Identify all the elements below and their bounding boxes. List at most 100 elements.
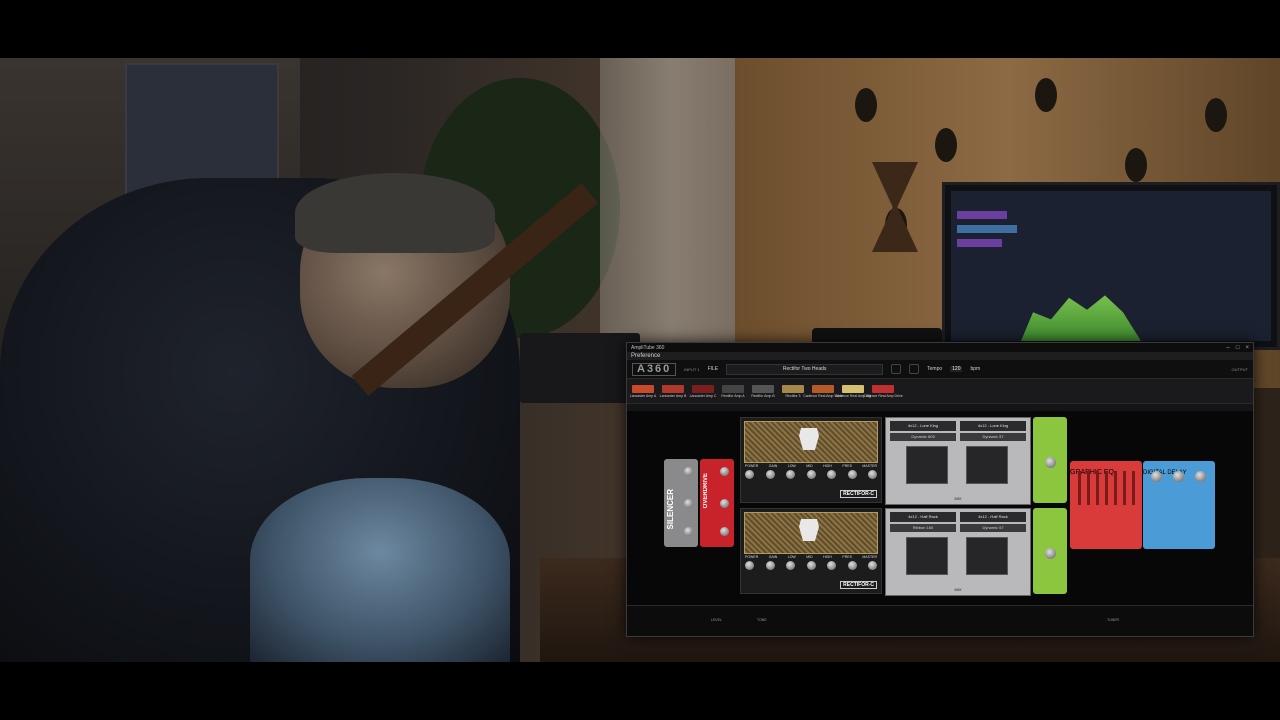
input-selector[interactable]: INPUT 1 [684,367,699,372]
chain-slot[interactable]: Lancaster Amp C [689,384,717,398]
computer-monitor [942,182,1280,350]
gain-knob[interactable] [765,561,775,570]
volume-knob[interactable] [1045,548,1056,559]
delay-time-knob[interactable] [1151,471,1162,482]
amplitube-window: AmpliTube 360 – □ × Preference A360 INPU… [626,342,1254,637]
presence-knob[interactable] [847,561,857,570]
chain-slot[interactable]: Lancaster Amp A [629,384,657,398]
power-knob[interactable] [745,470,754,479]
volume-pedal-1[interactable] [1033,417,1067,503]
file-menu[interactable]: FILE [708,366,719,372]
mic-b-placement[interactable] [966,537,1008,575]
cab-b-select[interactable]: 4x12 - Lone King [960,421,1026,431]
silencer-pedal[interactable]: SILENCER [664,459,698,547]
chain-slot[interactable]: Rectifor Amp A [720,384,746,398]
mix-knob[interactable] [1195,471,1206,482]
feedback-knob[interactable] [1173,471,1184,482]
volume-knob[interactable] [1045,457,1056,468]
high-knob[interactable] [827,561,836,570]
chain-thumbnail [812,384,834,393]
cab-a-select[interactable]: 4x12 - Half Rack [890,512,956,522]
master-knob[interactable] [868,561,877,570]
low-knob[interactable] [786,561,795,570]
overdrive-label: OVERDRIVE [703,473,709,509]
mix-label: MIX [954,496,962,501]
chain-slot[interactable]: Rectifor Amp B [750,384,776,398]
mic-b-select[interactable]: Dynamic 57 [960,433,1026,441]
save-icon[interactable] [891,364,902,374]
decay-knob[interactable] [684,499,693,508]
chain-thumbnail [872,384,894,393]
chain-label: Lancaster Amp C [689,393,717,398]
window-title: AmpliTube 360 [631,344,665,351]
bottom-bar: LEVEL TONE TUNER [627,605,1253,636]
mid-knob[interactable] [806,561,816,570]
level-knob[interactable] [720,527,729,536]
tuner-label[interactable]: TUNER [1107,618,1119,622]
amp-knob-labels: POWER GAIN LOW MID HIGH PRES MASTER [745,464,877,468]
chain-label: Rectifor 3 [785,393,801,398]
mic-a-select[interactable]: Ribbon 160 [890,524,956,532]
gain-knob[interactable] [684,527,693,536]
silencer-label: SILENCER [666,489,675,530]
volume-pedal-2[interactable] [1033,508,1067,594]
output-selector[interactable]: OUTPUT [1232,367,1248,372]
menu-preference[interactable]: Preference [631,353,660,359]
high-knob[interactable] [827,470,836,479]
chain-thumbnail [782,384,804,393]
minimize-icon[interactable]: – [1227,345,1230,351]
toolbar: A360 INPUT 1 FILE Rectifor Two Heads Tem… [627,360,1253,379]
mid-knob[interactable] [806,470,816,479]
chain-slot[interactable]: Cadence Real Amp Drive [863,384,903,398]
chain-slot[interactable]: Lancaster Amp B [659,384,687,398]
mic-a-placement[interactable] [906,537,948,575]
preset-name-field[interactable]: Rectifor Two Heads [726,363,884,375]
low-knob[interactable] [786,470,795,479]
level-label: LEVEL [711,618,722,622]
tempo-unit: bpm [970,366,981,372]
signal-chain-bar: Lancaster Amp A Lancaster Amp B Lancaster … [627,379,1253,404]
rig-stage: SILENCER OVERDRIVE POWER GAIN LOW MID HIGH PR… [627,411,1253,606]
overdrive-pedal[interactable]: OVERDRIVE [700,459,734,547]
chain-label: Lancaster Amp A [629,393,657,398]
mic-a-select[interactable]: Dynamic 609 [890,433,956,441]
tempo-label: Tempo [927,366,943,372]
presence-knob[interactable] [847,470,857,479]
cabinet-2[interactable]: 4x12 - Half Rack 4x12 - Half Rack Ribbon … [885,508,1031,596]
chain-slot[interactable]: Rectifor 3 [780,384,806,398]
digital-delay-pedal[interactable]: DIGITAL DELAY [1143,461,1215,549]
cab-b-select[interactable]: 4x12 - Half Rack [960,512,1026,522]
tone-label: TONE [757,618,767,622]
tone-knob[interactable] [720,499,729,508]
cabinet-1[interactable]: 4x12 - Lone King 4x12 - Lone King Dynamic… [885,417,1031,505]
mic-a-placement[interactable] [906,446,948,484]
tempo-value[interactable]: 120 [950,366,963,372]
chain-slot[interactable]: Cadence Real Amp Sig [835,384,871,398]
cab-a-select[interactable]: 4x12 - Lone King [890,421,956,431]
chain-thumbnail [662,384,684,393]
chain-thumbnail [692,384,714,393]
chain-label: Lancaster Amp B [659,393,687,398]
amp-brand: RECTIFOR-C [840,581,877,589]
amp-knobs [745,470,877,479]
title-bar: AmpliTube 360 – □ × [627,343,1253,352]
gain-knob[interactable] [765,470,775,479]
threshold-knob[interactable] [684,467,693,476]
chain-thumbnail [842,384,864,393]
power-knob[interactable] [745,561,754,570]
chain-thumbnail [752,384,774,393]
amp-knob-labels: POWER GAIN LOW MID HIGH PRES MASTER [745,555,877,559]
mic-b-select[interactable]: Dynamic 57 [960,524,1026,532]
drive-knob[interactable] [720,467,729,476]
close-icon[interactable]: × [1245,345,1249,351]
amp-head-2[interactable]: POWER GAIN LOW MID HIGH PRES MASTER RECTIFOR-C [740,508,882,594]
chain-label: Rectifor Amp B [751,393,775,398]
master-knob[interactable] [868,470,877,479]
graphic-eq-pedal[interactable]: GRAPHIC EQ [1070,461,1142,549]
undo-icon[interactable] [909,364,920,374]
chain-slot[interactable]: Cadence Real Amp Valve [803,384,843,398]
mic-b-placement[interactable] [966,446,1008,484]
guitar-body [250,478,510,662]
amp-head-1[interactable]: POWER GAIN LOW MID HIGH PRES MASTER RECTIFOR-C [740,417,882,503]
maximize-icon[interactable]: □ [1236,345,1240,351]
